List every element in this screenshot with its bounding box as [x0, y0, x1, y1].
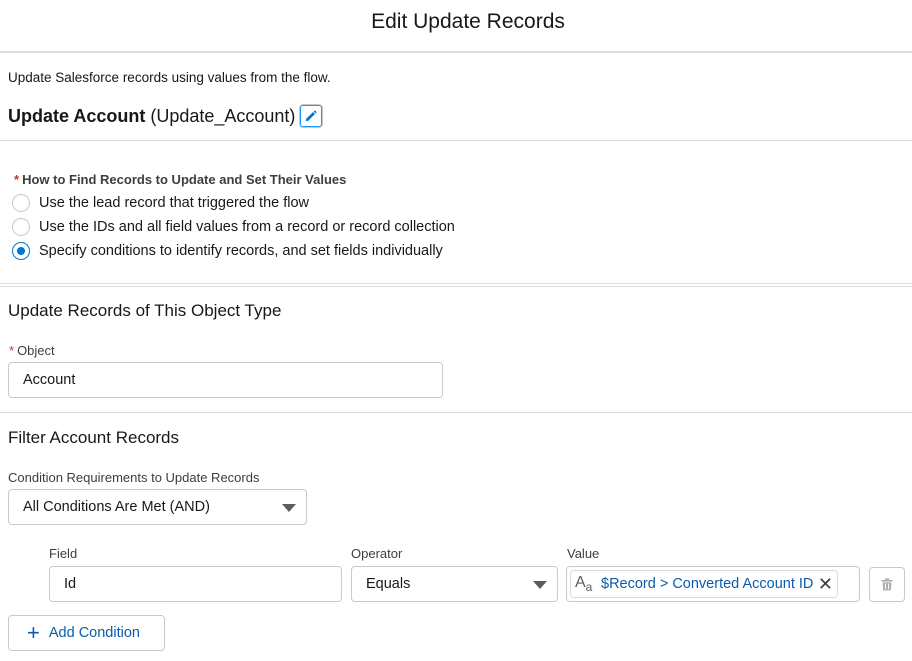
element-label: Update Account	[8, 105, 146, 126]
element-description: Update Salesforce records using values f…	[8, 70, 331, 85]
pencil-icon	[306, 110, 317, 121]
required-marker: *	[9, 343, 15, 358]
condition-field-input[interactable]: Id	[49, 566, 342, 602]
condition-operator-value: Equals	[366, 576, 411, 592]
plus-icon: +	[27, 620, 40, 645]
radio-label: Use the lead record that triggered the f…	[39, 195, 310, 211]
find-records-title: How to Find Records to Update and Set Th…	[22, 172, 347, 187]
close-icon[interactable]: ✕	[818, 574, 833, 594]
radio-option-record-ids[interactable]: Use the IDs and all field values from a …	[12, 217, 455, 237]
trash-icon	[881, 578, 893, 591]
edit-label-button[interactable]	[299, 104, 324, 128]
chevron-down-icon	[282, 504, 296, 512]
delete-condition-button[interactable]	[869, 567, 905, 602]
operator-column-label: Operator	[351, 546, 403, 561]
modal-title: Edit Update Records	[371, 10, 565, 33]
condition-field-value: Id	[64, 576, 77, 592]
condition-requirements-value: All Conditions Are Met (AND)	[23, 499, 210, 515]
divider	[0, 140, 912, 141]
radio-option-triggering-record[interactable]: Use the lead record that triggered the f…	[12, 193, 309, 213]
divider	[0, 286, 912, 287]
object-value: Account	[23, 372, 76, 388]
radio-option-specify-conditions[interactable]: Specify conditions to identify records, …	[12, 241, 443, 261]
radio-label: Specify conditions to identify records, …	[39, 243, 443, 259]
object-label: Object	[17, 343, 55, 358]
value-pill[interactable]: Aa $Record > Converted Account ID ✕	[570, 570, 838, 598]
value-column-label: Value	[567, 546, 600, 561]
radio-button[interactable]	[12, 194, 30, 212]
radio-label: Use the IDs and all field values from a …	[39, 219, 455, 235]
condition-requirements-select[interactable]: All Conditions Are Met (AND)	[8, 489, 307, 525]
element-name-row: Update Account (Update_Account)	[8, 103, 324, 129]
find-records-label: * How to Find Records to Update and Set T…	[14, 172, 346, 187]
object-section-title: Update Records of This Object Type	[8, 301, 282, 320]
condition-operator-select[interactable]: Equals	[351, 566, 558, 602]
condition-value-input[interactable]: Aa $Record > Converted Account ID ✕	[566, 566, 860, 602]
add-condition-button[interactable]: + Add Condition	[8, 615, 165, 651]
radio-button[interactable]	[12, 218, 30, 236]
condition-requirements-label: Condition Requirements to Update Records	[8, 470, 260, 485]
text-type-icon: Aa	[575, 573, 593, 595]
element-api-name: (Update_Account)	[150, 105, 296, 126]
object-field-label: * Object	[9, 343, 55, 358]
required-marker: *	[14, 172, 20, 187]
filter-section-title: Filter Account Records	[8, 428, 180, 447]
object-input[interactable]: Account	[8, 362, 443, 398]
chevron-down-icon	[533, 581, 547, 589]
divider	[0, 283, 912, 284]
field-column-label: Field	[49, 546, 78, 561]
modal-header: Edit Update Records	[0, 0, 912, 53]
add-condition-label: Add Condition	[48, 625, 140, 641]
divider	[0, 412, 912, 413]
radio-button-selected[interactable]	[12, 242, 30, 260]
value-pill-text: $Record > Converted Account ID	[601, 576, 814, 592]
